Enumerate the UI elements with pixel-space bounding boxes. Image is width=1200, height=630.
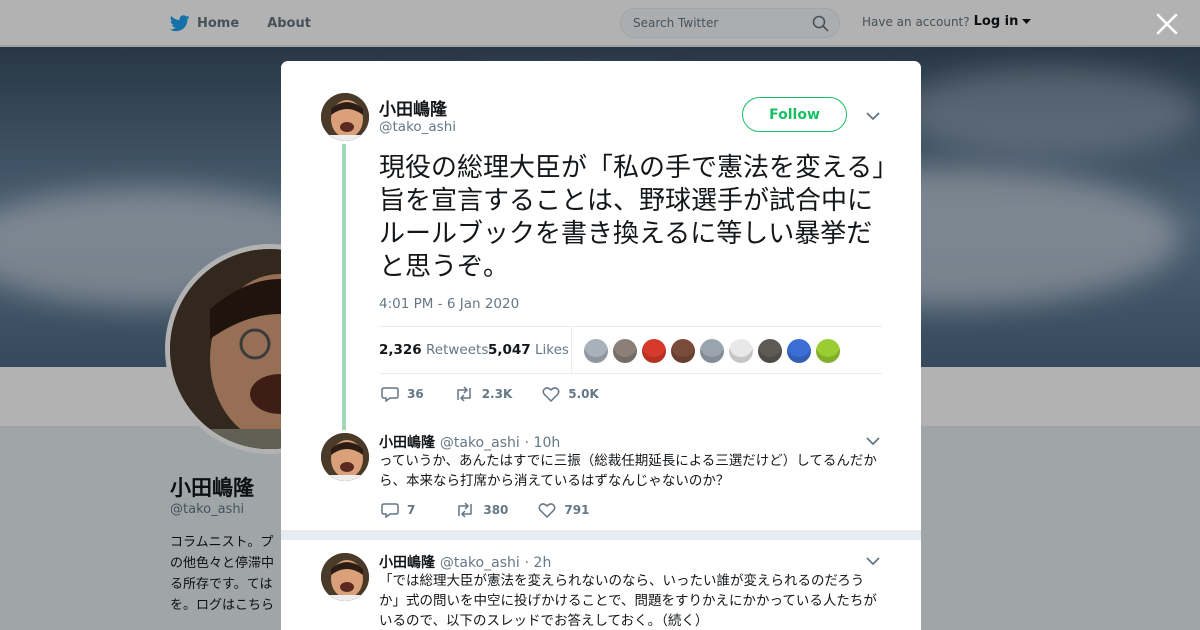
tweet-timestamp[interactable]: 4:01 PM - 6 Jan 2020: [379, 296, 519, 312]
liker-avatar[interactable]: [816, 339, 840, 363]
reply-icon: [381, 387, 399, 402]
chevron-down-icon[interactable]: [865, 108, 881, 124]
reply-avatar[interactable]: [321, 433, 369, 481]
heart-icon: [538, 503, 556, 518]
retweet-icon: [458, 502, 473, 518]
like-label: Likes: [535, 342, 569, 358]
liker-avatar[interactable]: [700, 339, 724, 363]
retweet-label: Retweets: [426, 342, 489, 358]
like-action[interactable]: 5.0K: [542, 386, 599, 402]
reply-icon: [381, 503, 399, 518]
tweet-modal: 小田嶋隆 @tako_ashi Follow 現役の総理大臣が「私の手で憲法を変…: [281, 61, 921, 630]
reply-actions: 7 380 791: [381, 502, 619, 518]
reply-time[interactable]: · 2h: [525, 555, 552, 571]
like-action[interactable]: 791: [538, 502, 589, 518]
reply-avatar[interactable]: [321, 553, 369, 601]
liker-avatar[interactable]: [642, 339, 666, 363]
retweet-action[interactable]: 2.3K: [454, 386, 513, 402]
author-avatar[interactable]: [321, 93, 369, 141]
liker-avatar[interactable]: [729, 339, 753, 363]
reply-author-name: 小田嶋隆: [379, 555, 435, 571]
like-count: 791: [564, 503, 590, 517]
liker-avatar[interactable]: [787, 339, 811, 363]
reply-action[interactable]: 7: [381, 502, 415, 518]
reply-author-name: 小田嶋隆: [379, 435, 435, 451]
retweet-count-short: 2.3K: [481, 387, 513, 401]
retweet-icon: [456, 386, 471, 402]
chevron-down-icon[interactable]: [865, 433, 881, 449]
heart-icon: [542, 387, 560, 402]
tweet-actions: 36 2.3K 5.0K: [381, 386, 629, 402]
reply-time[interactable]: · 10h: [525, 435, 561, 451]
chevron-down-icon[interactable]: [865, 553, 881, 569]
liker-avatar[interactable]: [758, 339, 782, 363]
like-stat[interactable]: 5,047 Likes: [488, 342, 569, 358]
like-count: 5,047: [488, 342, 531, 358]
reply-author[interactable]: 小田嶋隆 @tako_ashi · 10h: [379, 432, 560, 452]
follow-button[interactable]: Follow: [742, 97, 847, 132]
stats-divider: [571, 327, 572, 374]
tweet-text: 現役の総理大臣が「私の手で憲法を変える」旨を宣言することは、野球選手が試合中にル…: [379, 153, 886, 282]
reply-count: 36: [407, 387, 424, 401]
thread-line: [342, 144, 346, 430]
retweet-action[interactable]: 380: [455, 502, 508, 518]
author-handle[interactable]: @tako_ashi: [379, 119, 456, 135]
retweet-stat[interactable]: 2,326 Retweets: [379, 342, 488, 358]
liker-avatar[interactable]: [671, 339, 695, 363]
tweet-stats: 2,326 Retweets 5,047 Likes: [379, 326, 882, 374]
retweet-count: 2,326: [379, 342, 422, 358]
reply-action[interactable]: 36: [381, 386, 424, 402]
reply-count: 7: [407, 503, 416, 517]
reply-text: っていうか、あんたはすでに三振（総裁任期延長による三選だけど）してるんだから、本…: [379, 453, 877, 489]
thread-separator: [281, 530, 921, 540]
reply-author-handle: @tako_ashi: [439, 435, 520, 451]
like-count-short: 5.0K: [568, 387, 599, 401]
reply-author[interactable]: 小田嶋隆 @tako_ashi · 2h: [379, 552, 551, 572]
liker-avatar[interactable]: [584, 339, 608, 363]
retweet-count: 380: [483, 503, 509, 517]
author-name[interactable]: 小田嶋隆: [379, 95, 447, 120]
liker-avatar[interactable]: [613, 339, 637, 363]
close-icon[interactable]: [1155, 12, 1179, 36]
reply-text: 「では総理大臣が憲法を変えられないのなら、いったい誰が変えられるのだろうか」式の…: [379, 573, 877, 629]
reply-author-handle: @tako_ashi: [439, 555, 520, 571]
liker-avatars: [584, 339, 840, 363]
